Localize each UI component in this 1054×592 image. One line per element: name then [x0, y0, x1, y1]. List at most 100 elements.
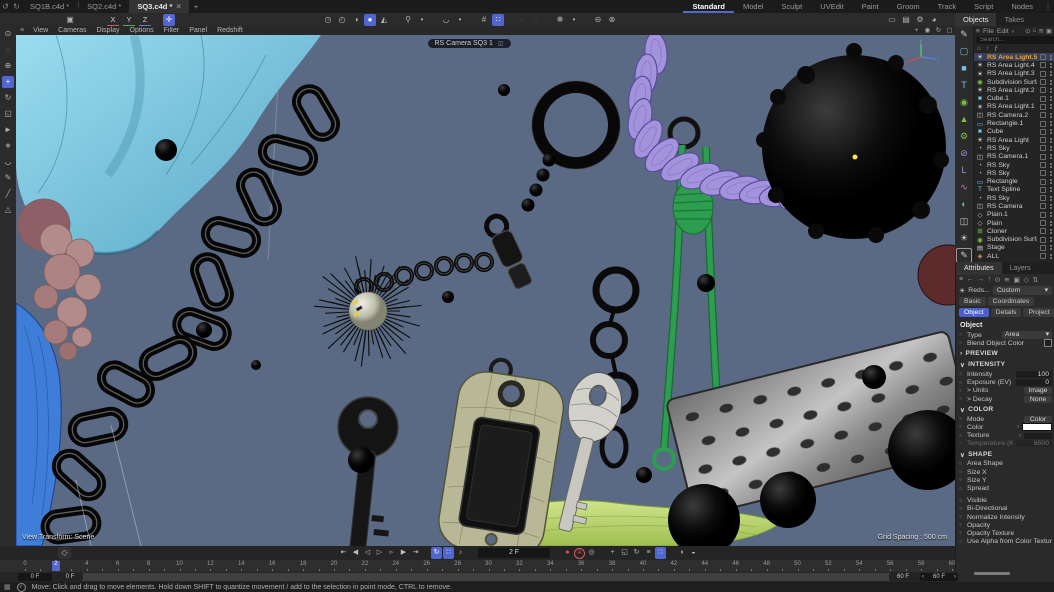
keyframe-dot-icon[interactable]: ○	[959, 416, 964, 422]
objects-search-input[interactable]	[976, 36, 1054, 44]
modeling-options-icon[interactable]: •	[568, 14, 580, 26]
simulate-options-icon[interactable]: •	[416, 14, 428, 26]
visibility-dots[interactable]	[1050, 187, 1052, 192]
keyframe-dot-icon[interactable]: ○	[959, 340, 964, 346]
snap-enabled-icon[interactable]: ∷	[492, 14, 504, 26]
object-row[interactable]: ◈ALL	[974, 252, 1054, 260]
render-settings-icon[interactable]: ⚙	[914, 14, 926, 26]
new-document-button[interactable]: +	[189, 2, 203, 11]
attr-value-button[interactable]: None	[1024, 396, 1052, 403]
simulate-tool-icon[interactable]: ⚲	[402, 14, 414, 26]
expand-icon[interactable]: ▣	[1046, 27, 1052, 35]
layout-menu-icon[interactable]: ⋮	[1042, 2, 1054, 11]
layer-color-box[interactable]	[1040, 121, 1046, 127]
visibility-dots[interactable]	[1050, 138, 1052, 143]
viewport-menu-filter[interactable]: Filter	[159, 27, 185, 34]
cursor-tool-icon[interactable]: ►	[2, 124, 14, 136]
visibility-dots[interactable]	[1050, 245, 1052, 250]
attr-tab-details[interactable]: Details	[991, 308, 1022, 317]
tweak-tool-icon[interactable]: ⊕	[2, 60, 14, 72]
keyframe-dot-icon[interactable]: ○	[959, 441, 964, 447]
attr-value-field[interactable]: 0	[1016, 379, 1052, 386]
visibility-dots[interactable]	[1050, 71, 1052, 76]
interactive-render-icon[interactable]: ◕	[928, 14, 940, 26]
object-row[interactable]: ◔RS Sky	[974, 194, 1054, 202]
keyframe-dot-icon[interactable]: ○	[959, 522, 964, 528]
layer-color-box[interactable]	[1040, 129, 1046, 135]
generator-icon[interactable]: ⚙	[957, 129, 971, 144]
range-start-grip[interactable]: 0 F	[57, 573, 83, 581]
viewport-menu-view[interactable]: View	[28, 27, 53, 34]
arc-tool-icon[interactable]: ◡	[2, 156, 14, 168]
layer-color-box[interactable]	[1040, 79, 1046, 85]
live-selection-tool-icon[interactable]: ◷	[322, 14, 334, 26]
back-icon[interactable]: ←	[967, 276, 974, 283]
layout-tab-track[interactable]: Track	[929, 0, 965, 13]
key-position-icon[interactable]: +	[607, 547, 618, 559]
object-row[interactable]: ☀RS Area Light.2	[974, 86, 1054, 94]
layer-color-box[interactable]	[1040, 71, 1046, 77]
filter-icon[interactable]: ≋	[1004, 276, 1010, 284]
expand-arrow-icon[interactable]: ›	[1019, 433, 1021, 439]
keyframe-dot-icon[interactable]: ○	[959, 477, 964, 483]
attributes-scrollbar[interactable]	[974, 572, 1010, 575]
keyframe-dot-icon[interactable]: ○	[959, 332, 964, 338]
visibility-dots[interactable]	[1050, 163, 1052, 168]
axis-modification-tool-icon[interactable]: ✛	[163, 14, 175, 26]
layer-color-box[interactable]	[1040, 228, 1046, 234]
object-row[interactable]: ☀RS Area Light.5	[974, 53, 1054, 61]
remove-tool-icon[interactable]: ⊖	[592, 14, 604, 26]
cube-primitive-icon[interactable]: ▢	[957, 44, 971, 59]
layer-color-box[interactable]	[1040, 104, 1046, 110]
mode-dropdown[interactable]: Custom ▾	[993, 286, 1052, 295]
visibility-dots[interactable]	[1050, 229, 1052, 234]
texture-slot[interactable]	[1024, 433, 1052, 439]
orbit-view-icon[interactable]: ↻	[934, 26, 943, 35]
layer-color-box[interactable]	[1040, 54, 1046, 60]
object-row[interactable]: ◔RS Sky	[974, 144, 1054, 152]
material-pen-icon[interactable]: ✎	[956, 248, 972, 263]
layout-tab-paint[interactable]: Paint	[853, 0, 888, 13]
keyframe-dot-icon[interactable]: ○	[959, 424, 964, 430]
workplane-snap-icon[interactable]: #	[478, 14, 490, 26]
visibility-dots[interactable]	[1050, 196, 1052, 201]
object-row[interactable]: ▭Rectangle.1	[974, 119, 1054, 127]
attr-tab-basic[interactable]: Basic	[959, 297, 986, 306]
visibility-dots[interactable]	[1050, 154, 1052, 159]
goto-start-icon[interactable]: ⇤	[338, 547, 349, 559]
object-row[interactable]: ◔RS Sky	[974, 161, 1054, 169]
visibility-dots[interactable]	[1050, 204, 1052, 209]
viewport-canvas[interactable]	[16, 35, 955, 546]
up-icon[interactable]: ↑	[986, 45, 989, 52]
locked-tool-b-icon[interactable]: ◌	[530, 14, 542, 26]
lock-icon[interactable]: ▣	[1013, 276, 1020, 284]
keyframe-dot-icon[interactable]: ○	[959, 514, 964, 520]
tab-objects[interactable]: Objects	[955, 13, 996, 26]
visibility-dots[interactable]	[1050, 221, 1052, 226]
keyframe-diamond-icon[interactable]: ◇	[58, 547, 71, 559]
timeline-ruler[interactable]: 0246810121416182022242628303234363840424…	[0, 560, 955, 572]
move-tool-icon[interactable]: ◴	[336, 14, 348, 26]
object-row[interactable]: ◫RS Camera.2	[974, 111, 1054, 119]
layout-tab-nodes[interactable]: Nodes	[1002, 0, 1042, 13]
redo-icon[interactable]: ↻	[11, 2, 22, 11]
object-row[interactable]: TText Spline	[974, 186, 1054, 194]
environment-icon[interactable]: ◐	[957, 197, 971, 212]
sound-icon[interactable]: ♪	[455, 547, 466, 559]
object-row[interactable]: ◉Subdivision Surface	[974, 236, 1054, 244]
tab-layers[interactable]: Layers	[1002, 262, 1039, 275]
viewport-menu-icon[interactable]: ≡	[16, 27, 28, 34]
search-icon[interactable]: ⊙	[1025, 27, 1030, 35]
visibility-dots[interactable]	[1050, 80, 1052, 85]
object-row[interactable]: ◇Plain.1	[974, 211, 1054, 219]
key-parameters-icon[interactable]: ≡	[643, 547, 654, 559]
layout-tab-model[interactable]: Model	[734, 0, 772, 13]
attr-checkbox[interactable]	[1044, 339, 1052, 347]
render-view-icon[interactable]: ▭	[886, 14, 898, 26]
object-row[interactable]: ☀RS Area Light	[974, 136, 1054, 144]
record-keyframe-icon[interactable]: ●	[562, 547, 573, 559]
color-swatch[interactable]	[1022, 423, 1052, 431]
object-row[interactable]: ◫RS Camera	[974, 202, 1054, 210]
polygon-pen-tool-icon[interactable]: △	[2, 204, 14, 216]
section-header-intensity[interactable]: ∨INTENSITY	[956, 359, 1054, 370]
